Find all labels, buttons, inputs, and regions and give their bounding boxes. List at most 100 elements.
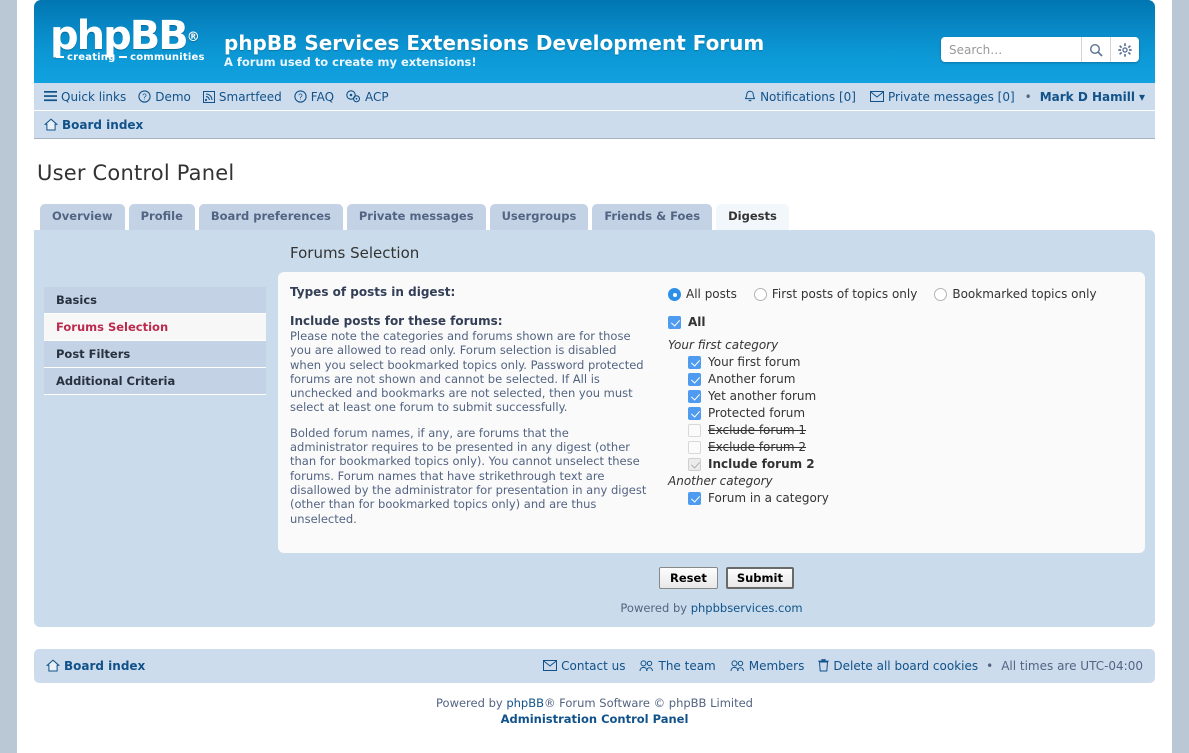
include-desc-paragraph-2: Bolded forum names, if any, are forums t… (290, 426, 648, 526)
search-icon[interactable] (1081, 37, 1110, 62)
copyright-prefix: Powered by (436, 696, 506, 710)
breadcrumb-label: Board index (62, 118, 143, 132)
forum-checkbox-label: Another forum (708, 372, 795, 386)
username-label: Mark D Hamill (1040, 90, 1135, 104)
page-title: User Control Panel (34, 139, 1155, 185)
forum-checkbox-row[interactable]: Your first forum (688, 355, 1129, 369)
forum-checkbox-label: Your first forum (708, 355, 801, 369)
search-input[interactable] (941, 37, 1081, 62)
sidebar-item-forums-selection[interactable]: Forums Selection (44, 314, 266, 341)
notifications-link[interactable]: Notifications [0] (744, 90, 856, 104)
gear-icon[interactable] (1110, 37, 1139, 62)
footer-separator: • (986, 659, 993, 673)
forum-checkbox-input (688, 424, 701, 437)
footer-contact-us-label: Contact us (561, 659, 625, 673)
form-controls-column: All posts First posts of topics only Boo… (658, 285, 1129, 537)
footer-members-label: Members (749, 659, 805, 673)
users-icon (639, 660, 654, 672)
ucp-main: Forums Selection Types of posts in diges… (266, 241, 1145, 615)
checkbox-all[interactable]: All (668, 315, 1129, 329)
cogs-icon (346, 90, 361, 103)
radio-bookmarked-only-input[interactable] (934, 288, 947, 301)
nav-link-acp[interactable]: ACP (346, 90, 389, 104)
breadcrumb-board-index[interactable]: Board index (44, 118, 143, 132)
forum-checkbox-label: Protected forum (708, 406, 805, 420)
tab-friends-foes[interactable]: Friends & Foes (592, 204, 712, 230)
checkbox-all-input[interactable] (668, 316, 681, 329)
nav-link-faq[interactable]: ? FAQ (294, 90, 334, 104)
footer-board-index[interactable]: Board index (46, 659, 145, 673)
form-buttons: Reset Submit (278, 567, 1145, 589)
notifications-label: Notifications [0] (760, 90, 856, 104)
private-messages-link[interactable]: Private messages [0] (870, 90, 1015, 104)
radio-all-posts-input[interactable] (668, 288, 681, 301)
radio-bookmarked-only[interactable]: Bookmarked topics only (934, 287, 1096, 301)
phpbb-logo[interactable]: phpBB® creating communities (50, 16, 215, 74)
footer-delete-cookies[interactable]: Delete all board cookies (818, 659, 978, 673)
sidebar-item-post-filters[interactable]: Post Filters (44, 341, 266, 368)
chevron-down-icon: ▾ (1139, 90, 1145, 104)
forum-checkbox-label: Include forum 2 (708, 457, 815, 471)
forum-checkbox-label: Exclude forum 2 (708, 440, 806, 454)
radio-first-posts-only[interactable]: First posts of topics only (754, 287, 917, 301)
breadcrumb: Board index (34, 111, 1155, 139)
trash-icon (818, 659, 829, 672)
phpbb-link[interactable]: phpBB (506, 696, 544, 710)
radio-bookmarked-only-label: Bookmarked topics only (952, 287, 1096, 301)
logo-wordmark: phpBB® (50, 16, 215, 56)
submit-button[interactable]: Submit (726, 567, 794, 589)
nav-link-demo[interactable]: ? Demo (138, 90, 191, 104)
radio-first-posts-only-input[interactable] (754, 288, 767, 301)
tab-usergroups[interactable]: Usergroups (490, 204, 589, 230)
reset-button[interactable]: Reset (659, 567, 718, 589)
search-box (941, 37, 1139, 62)
rss-feed-icon (203, 91, 215, 103)
powered-by-services: Powered by phpbbservices.com (278, 601, 1145, 615)
forum-checkbox-input[interactable] (688, 373, 701, 386)
footer-members[interactable]: Members (730, 659, 805, 673)
tab-board-preferences[interactable]: Board preferences (199, 204, 343, 230)
forum-checkbox-input[interactable] (688, 390, 701, 403)
forum-list-2: Forum in a category (688, 491, 1129, 505)
acp-link[interactable]: Administration Control Panel (34, 712, 1155, 727)
forum-checkbox-row[interactable]: Forum in a category (688, 491, 1129, 505)
forum-checkbox-input (688, 441, 701, 454)
site-subtitle: A forum used to create my extensions! (224, 55, 764, 69)
faq-label: FAQ (311, 90, 334, 104)
footer-bar: Board index Contact us The team Members (34, 649, 1155, 683)
phpbbservices-link[interactable]: phpbbservices.com (691, 601, 803, 615)
forum-checkbox-row[interactable]: Another forum (688, 372, 1129, 386)
radio-all-posts[interactable]: All posts (668, 287, 737, 301)
forum-checkbox-label: Exclude forum 1 (708, 423, 806, 437)
svg-text:?: ? (298, 92, 303, 101)
forum-checkbox-row: Include forum 2 (688, 457, 1129, 471)
quick-links-menu[interactable]: Quick links (44, 90, 126, 104)
question-circle-icon: ? (138, 90, 151, 103)
forum-checkbox-row[interactable]: Protected forum (688, 406, 1129, 420)
tab-overview[interactable]: Overview (40, 204, 125, 230)
forum-checkbox-input[interactable] (688, 356, 701, 369)
sidebar-item-additional-criteria[interactable]: Additional Criteria (44, 368, 266, 395)
tab-private-messages[interactable]: Private messages (347, 204, 486, 230)
ucp-sidebar: Basics Forums Selection Post Filters Add… (44, 241, 266, 615)
navbar-right-group: Notifications [0] Private messages [0] •… (730, 90, 1145, 104)
footer-contact-us[interactable]: Contact us (543, 659, 625, 673)
sidebar-item-basics[interactable]: Basics (44, 287, 266, 314)
tab-profile[interactable]: Profile (129, 204, 195, 230)
user-menu[interactable]: Mark D Hamill ▾ (1040, 90, 1145, 104)
include-posts-label: Include posts for these forums: (290, 314, 648, 328)
forum-checkbox-input (688, 458, 701, 471)
question-circle-icon: ? (294, 90, 307, 103)
logo-tagline: creating communities (50, 52, 215, 63)
forum-checkbox-label: Yet another forum (708, 389, 816, 403)
forum-checkbox-input[interactable] (688, 492, 701, 505)
form-fields: Types of posts in digest: Include posts … (290, 285, 1129, 537)
primary-navbar: Quick links ? Demo Smartfeed ? FAQ (34, 83, 1155, 111)
hamburger-icon (44, 91, 57, 102)
footer-the-team[interactable]: The team (639, 659, 715, 673)
forum-checkbox-row[interactable]: Yet another forum (688, 389, 1129, 403)
tab-digests[interactable]: Digests (716, 204, 789, 230)
nav-link-smartfeed[interactable]: Smartfeed (203, 90, 282, 104)
forum-checkbox-input[interactable] (688, 407, 701, 420)
form-labels-column: Types of posts in digest: Include posts … (290, 285, 658, 537)
